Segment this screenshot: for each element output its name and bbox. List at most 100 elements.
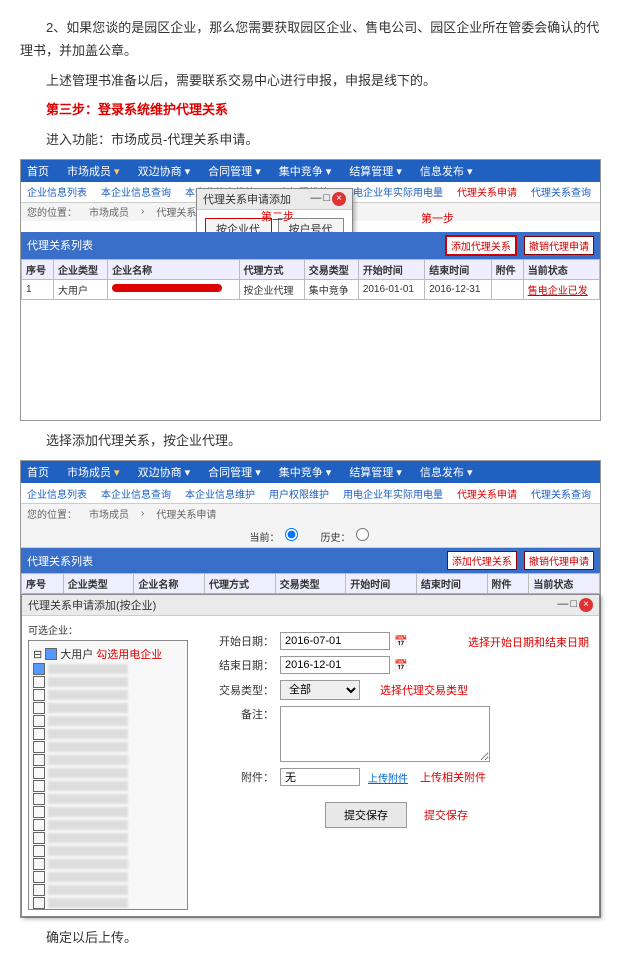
tree-cb[interactable] [33, 754, 45, 766]
menu-home[interactable]: 首页 [27, 163, 49, 179]
revoke-agent-button[interactable]: 撤销代理申请 [524, 236, 594, 255]
radio-history[interactable] [356, 528, 369, 541]
menu-compete-2[interactable]: 集中竞争 ▾ [279, 464, 332, 480]
tree-cb[interactable] [33, 676, 45, 688]
menu-bilateral[interactable]: 双边协商 ▾ [138, 163, 191, 179]
end-date-input[interactable] [280, 656, 390, 674]
tree-cb[interactable] [33, 715, 45, 727]
menu-contract-2[interactable]: 合同管理 ▾ [208, 464, 261, 480]
annot-submit: 提交保存 [424, 810, 468, 822]
sub-query[interactable]: 本企业信息查询 [101, 184, 171, 199]
tree-cb[interactable] [33, 806, 45, 818]
tree-cb[interactable] [33, 780, 45, 792]
agent-table-2: 序号 企业类型 企业名称 代理方式 交易类型 开始时间 结束时间 附件 当前状态 [21, 573, 600, 594]
cell-mode: 按企业代理 [239, 279, 304, 299]
tree-cb[interactable] [33, 702, 45, 714]
submit-button[interactable]: 提交保存 [325, 802, 407, 828]
tree-cb[interactable] [33, 832, 45, 844]
trade-type-label: 交易类型： [214, 682, 274, 698]
upload-link[interactable]: 上传附件 [368, 770, 408, 785]
minimize-icon-2[interactable]: — [557, 598, 568, 612]
maximize-icon[interactable]: □ [323, 192, 330, 206]
cell-attach [491, 279, 523, 299]
tree-cb[interactable] [33, 819, 45, 831]
tree-cb[interactable] [33, 767, 45, 779]
blurred-company [48, 664, 128, 674]
list-header: 代理关系列表 添加代理关系 撤销代理申请 [21, 232, 600, 259]
tree-minus-icon[interactable]: ⊟ [33, 648, 42, 661]
calendar-icon[interactable]: 📅 [394, 635, 408, 648]
tree-cb[interactable] [33, 793, 45, 805]
annot-step1: 第一步 [421, 210, 454, 226]
tree-cb[interactable] [33, 728, 45, 740]
col-no: 序号 [22, 259, 54, 279]
col2-9: 当前状态 [529, 574, 600, 594]
menu-home-2[interactable]: 首页 [27, 464, 49, 480]
trade-type-select[interactable]: 全部 [280, 680, 360, 700]
col-name: 企业名称 [108, 259, 239, 279]
crumb-1: 市场成员 [89, 204, 129, 219]
sub2-4[interactable]: 用户权限维护 [269, 486, 329, 501]
blurred-company [48, 729, 128, 739]
list-title-2: 代理关系列表 [27, 553, 93, 569]
tree-cb[interactable] [33, 663, 45, 675]
remark-textarea[interactable] [280, 706, 490, 762]
maximize-icon-2[interactable]: □ [570, 598, 577, 612]
sub2-6[interactable]: 代理关系申请 [457, 486, 517, 501]
breadcrumb-2: 您的位置： 市场成员 › 代理关系申请 [21, 504, 600, 522]
crumb2-sep: › [141, 508, 144, 519]
menu-info-2[interactable]: 信息发布 ▾ [420, 464, 473, 480]
table-row[interactable]: 1 大用户 按企业代理 集中竞争 2016-01-01 2016-12-31 售… [22, 279, 600, 299]
tree-cb[interactable] [33, 871, 45, 883]
col-attach: 附件 [491, 259, 523, 279]
close-icon[interactable]: × [332, 192, 346, 206]
menu-settle-2[interactable]: 结算管理 ▾ [349, 464, 402, 480]
tree-cb[interactable] [33, 897, 45, 909]
blurred-company [48, 716, 128, 726]
tree-root-cb[interactable] [45, 648, 57, 660]
revoke-agent-button-2[interactable]: 撤销代理申请 [524, 551, 594, 570]
sub2-2[interactable]: 本企业信息查询 [101, 486, 171, 501]
menu-members-2[interactable]: 市场成员 ▾ [67, 464, 120, 480]
menu-compete[interactable]: 集中竞争 ▾ [279, 163, 332, 179]
col-status: 当前状态 [523, 259, 599, 279]
col-start: 开始时间 [358, 259, 424, 279]
close-icon-2[interactable]: × [579, 598, 593, 612]
start-date-input[interactable] [280, 632, 390, 650]
sub2-1[interactable]: 企业信息列表 [27, 486, 87, 501]
popup2-title: 代理关系申请添加(按企业) [28, 597, 156, 613]
sub2-3[interactable]: 本企业信息维护 [185, 486, 255, 501]
sub-usage[interactable]: 用电企业年实际用电量 [343, 184, 443, 199]
menu-bilateral-2[interactable]: 双边协商 ▾ [138, 464, 191, 480]
sub2-5[interactable]: 用电企业年实际用电量 [343, 486, 443, 501]
attach-input[interactable] [280, 768, 360, 786]
end-date-label: 结束日期： [214, 657, 274, 673]
menu-contract[interactable]: 合同管理 ▾ [208, 163, 261, 179]
cell-status[interactable]: 售电企业已发 [523, 279, 599, 299]
sub-agent-apply[interactable]: 代理关系申请 [457, 184, 517, 199]
menu-info[interactable]: 信息发布 ▾ [420, 163, 473, 179]
tree-cb[interactable] [33, 845, 45, 857]
menubar-2: 首页 市场成员 ▾ 双边协商 ▾ 合同管理 ▾ 集中竞争 ▾ 结算管理 ▾ 信息… [21, 461, 600, 483]
menu-settle[interactable]: 结算管理 ▾ [349, 163, 402, 179]
add-agent-button[interactable]: 添加代理关系 [445, 235, 517, 256]
sub-list[interactable]: 企业信息列表 [27, 184, 87, 199]
tree-root[interactable]: 大用户 [60, 646, 93, 662]
add-agent-button-2[interactable]: 添加代理关系 [447, 551, 517, 570]
sub2-7[interactable]: 代理关系查询 [531, 486, 591, 501]
popup-title: 代理关系申请添加 [203, 191, 291, 207]
sub-agent-query[interactable]: 代理关系查询 [531, 184, 591, 199]
tree-cb[interactable] [33, 689, 45, 701]
tree-cb[interactable] [33, 884, 45, 896]
col2-5: 交易类型 [275, 574, 346, 594]
tree-cb[interactable] [33, 741, 45, 753]
tree-cb[interactable] [33, 858, 45, 870]
menu-members[interactable]: 市场成员 ▾ [67, 163, 120, 179]
company-tree[interactable]: ⊟ 大用户 勾选用电企业 [28, 640, 188, 910]
crumb-label: 您的位置： [27, 204, 77, 219]
calendar-icon-2[interactable]: 📅 [394, 659, 408, 672]
filter-row: 当前： 历史： [21, 522, 600, 548]
blurred-company [48, 885, 128, 895]
minimize-icon[interactable]: — [310, 192, 321, 206]
radio-current[interactable] [285, 528, 298, 541]
